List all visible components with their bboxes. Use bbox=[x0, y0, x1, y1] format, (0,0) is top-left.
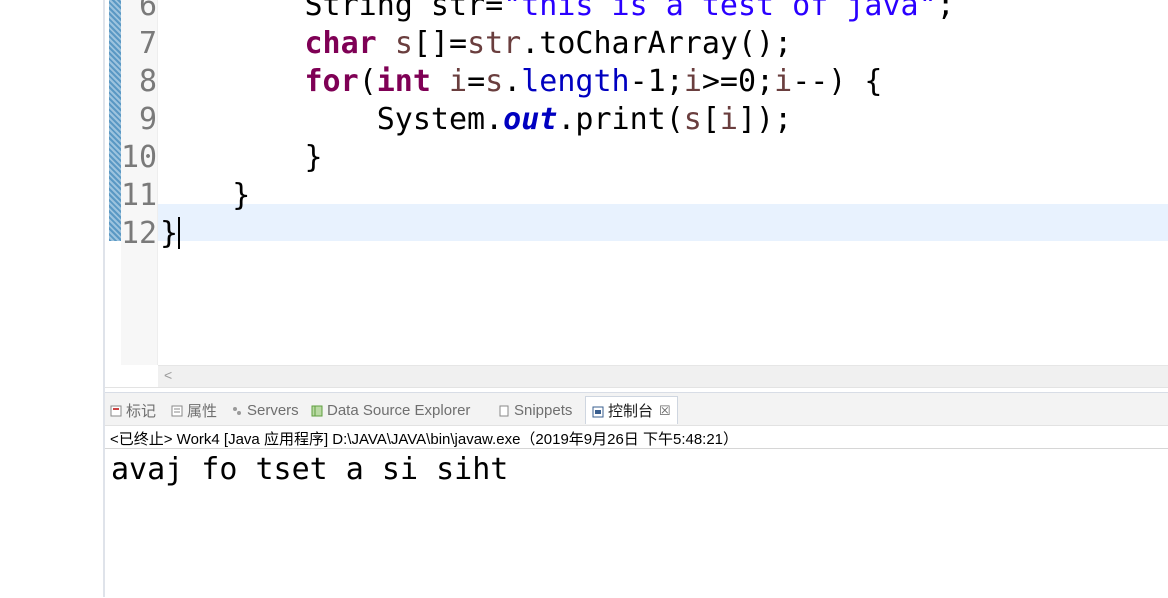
console-separator bbox=[105, 448, 1168, 449]
code-token: } bbox=[160, 178, 251, 213]
code-token: char bbox=[304, 26, 377, 61]
console-output[interactable]: avaj fo tset a si siht bbox=[111, 451, 508, 489]
code-token: >=0; bbox=[701, 64, 775, 99]
tab-label: 控制台 bbox=[608, 403, 654, 420]
code-token: i bbox=[449, 64, 468, 99]
left-panel bbox=[0, 0, 104, 597]
code-token: .print( bbox=[557, 102, 684, 137]
tab-label: Data Source Explorer bbox=[327, 401, 471, 419]
code-token: for bbox=[304, 64, 359, 99]
code-text[interactable]: char s[]=str.toCharArray(); bbox=[160, 25, 793, 63]
code-editor[interactable]: 6 String str="this is a test of java"; 7 … bbox=[105, 0, 1168, 388]
change-ruler bbox=[109, 0, 121, 241]
code-text[interactable]: System.out.print(s[i]); bbox=[160, 101, 792, 139]
code-token: -1; bbox=[629, 64, 684, 99]
code-token: --) { bbox=[792, 64, 883, 99]
code-token: .toCharArray(); bbox=[521, 26, 793, 61]
line-number: 11 bbox=[121, 178, 158, 213]
code-token: out bbox=[503, 102, 558, 137]
markers-icon bbox=[110, 404, 122, 417]
code-token: ; bbox=[936, 0, 955, 23]
code-token: i bbox=[774, 64, 793, 99]
console-view: 标记 属性 Servers Data Source Explorer Snippets 控… bbox=[105, 392, 1168, 598]
code-text[interactable]: } bbox=[160, 215, 181, 253]
code-token: length bbox=[521, 64, 630, 99]
code-token: ]); bbox=[737, 102, 793, 137]
tab-label: Snippets bbox=[514, 401, 573, 419]
console-icon bbox=[592, 405, 604, 417]
code-text[interactable]: String str="this is a test of java"; bbox=[160, 0, 955, 25]
code-token: [ bbox=[701, 102, 720, 137]
code-text[interactable]: } bbox=[160, 177, 250, 215]
code-token: System. bbox=[160, 102, 504, 137]
view-tab-data-source[interactable]: Data Source Explorer bbox=[311, 400, 470, 420]
tab-label: 标记 bbox=[126, 402, 157, 420]
code-token: i bbox=[719, 102, 738, 137]
close-icon[interactable]: ☒ bbox=[659, 403, 671, 419]
tab-label: 属性 bbox=[187, 402, 218, 420]
line-number: 10 bbox=[121, 140, 158, 175]
properties-icon bbox=[171, 404, 183, 417]
data-source-icon bbox=[311, 404, 323, 417]
horizontal-scrollbar[interactable]: < bbox=[158, 365, 1168, 388]
code-token: int bbox=[376, 64, 431, 99]
tab-label: Servers bbox=[247, 401, 299, 419]
line-number: 6 bbox=[138, 0, 157, 23]
line-number: 7 bbox=[138, 26, 157, 61]
code-token: } bbox=[160, 216, 179, 251]
code-token: "this is a test of java" bbox=[503, 0, 937, 23]
line-number: 12 bbox=[121, 216, 158, 251]
current-line-highlight bbox=[158, 204, 1168, 241]
view-tab-markers[interactable]: 标记 bbox=[110, 400, 156, 420]
code-text[interactable]: for(int i=s.length-1;i>=0;i--) { bbox=[160, 63, 883, 101]
code-text[interactable]: } bbox=[160, 139, 323, 177]
code-token: } bbox=[160, 140, 323, 175]
line-number: 8 bbox=[138, 64, 157, 99]
code-token: s bbox=[683, 102, 702, 137]
code-token: s bbox=[485, 64, 504, 99]
view-tab-bar: 标记 属性 Servers Data Source Explorer Snippets 控… bbox=[105, 393, 1168, 426]
scroll-left-icon[interactable]: < bbox=[164, 367, 172, 383]
snippets-icon bbox=[498, 404, 510, 417]
code-token: String str= bbox=[160, 0, 504, 23]
console-header: <已终止> Work4 [Java 应用程序] D:\JAVA\JAVA\bin… bbox=[110, 431, 739, 448]
code-token: s bbox=[394, 26, 413, 61]
code-token: i bbox=[683, 64, 702, 99]
ruler-divider bbox=[157, 0, 158, 365]
servers-icon bbox=[231, 404, 243, 416]
code-token: . bbox=[503, 64, 522, 99]
text-caret bbox=[178, 217, 181, 249]
view-tab-servers[interactable]: Servers bbox=[231, 400, 299, 420]
view-tab-properties[interactable]: 属性 bbox=[171, 400, 217, 420]
editor-bottom-border bbox=[105, 387, 1168, 388]
code-token: str bbox=[467, 26, 522, 61]
code-token: = bbox=[467, 64, 486, 99]
line-number: 9 bbox=[138, 102, 157, 137]
code-token: []= bbox=[412, 26, 468, 61]
view-tab-snippets[interactable]: Snippets bbox=[498, 400, 572, 420]
view-tab-console[interactable]: 控制台 ☒ bbox=[585, 396, 678, 424]
code-token: ( bbox=[358, 64, 377, 99]
